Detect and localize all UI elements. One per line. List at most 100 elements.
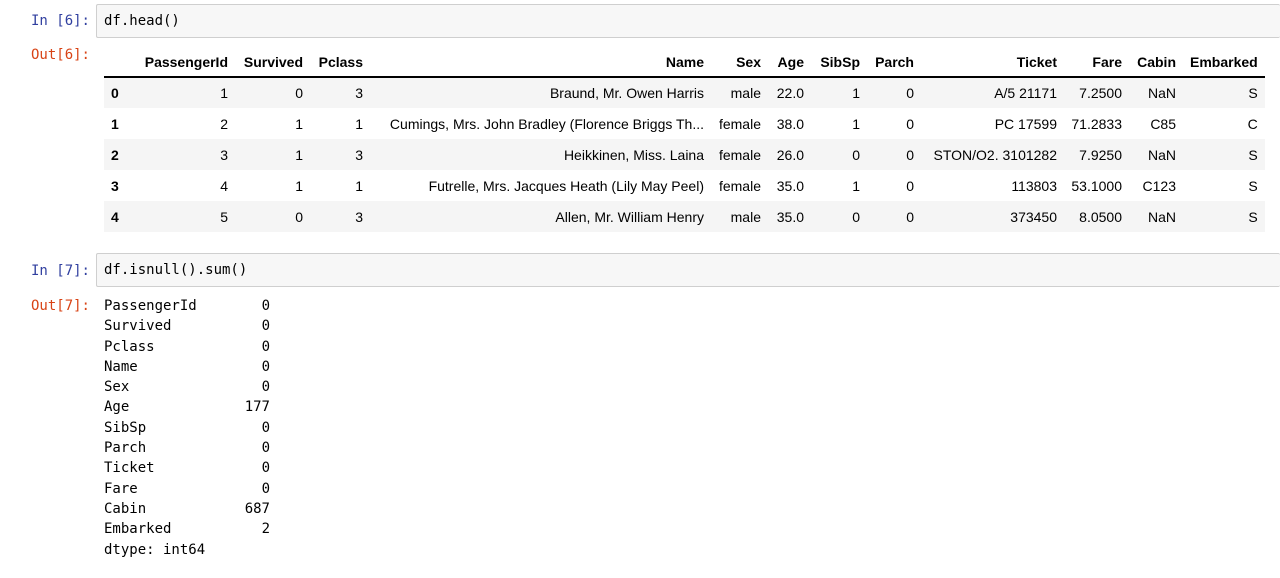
series-key: Parch — [104, 440, 147, 457]
table-cell: male — [730, 208, 761, 225]
column-header: Cabin — [1129, 48, 1183, 78]
table-cell: 2 — [220, 115, 228, 132]
table-cell: 0 — [906, 85, 914, 101]
list-item: Parch 0 — [104, 438, 270, 458]
table-cell: 1 — [852, 115, 860, 132]
series-value: 0 — [261, 338, 270, 355]
series-value: 0 — [261, 379, 270, 396]
output-prompt-6: Out[6]: — [30, 47, 90, 63]
series-value: 687 — [244, 500, 270, 517]
row-index: 0 — [111, 85, 119, 101]
table-cell: 0 — [852, 208, 860, 225]
table-cell: C123 — [1142, 177, 1176, 194]
list-item: Embarked 2 — [104, 519, 270, 539]
column-header-index — [104, 48, 130, 78]
table-cell: Futrelle, Mrs. Jacques Heath (Lily May P… — [428, 177, 704, 194]
series-key: Embarked — [104, 521, 172, 538]
column-header: Sex — [711, 48, 768, 78]
column-header: PassengerId — [130, 48, 235, 78]
table-cell: female — [718, 146, 761, 163]
series-key: Cabin — [104, 500, 147, 517]
table-cell: 1 — [355, 177, 363, 194]
code-text: df.isnull().sum() — [104, 262, 248, 278]
series-output: PassengerId 0 Survived 0 Pclass 0 Name 0 Sex… — [104, 296, 270, 560]
table-cell: 22.0 — [776, 85, 804, 101]
column-header: Survived — [235, 48, 310, 78]
table-cell: 0 — [295, 208, 303, 225]
column-header: Embarked — [1183, 48, 1265, 78]
table-cell: 3 — [355, 85, 363, 101]
table-cell: PC 17599 — [994, 115, 1057, 132]
column-header: SibSp — [811, 48, 867, 78]
list-item: Survived 0 — [104, 316, 270, 336]
table-header-row: PassengerId Survived Pclass Name Sex Age… — [104, 48, 1265, 78]
table-cell: A/5 21171 — [994, 85, 1057, 101]
series-key: Survived — [104, 318, 172, 335]
table-cell: 1 — [295, 146, 303, 163]
row-index: 3 — [111, 177, 119, 194]
table-cell: 0 — [906, 146, 914, 163]
table-cell: male — [730, 85, 761, 101]
code-cell-6[interactable]: df.head() — [96, 4, 1280, 38]
table-cell: S — [1248, 146, 1258, 163]
dataframe-table: PassengerId Survived Pclass Name Sex Age… — [104, 48, 1265, 232]
column-header: Pclass — [310, 48, 370, 78]
table-cell: 3 — [220, 146, 228, 163]
series-key: Pclass — [104, 338, 155, 355]
row-index: 1 — [111, 115, 119, 132]
column-header: Ticket — [921, 48, 1064, 78]
list-item: Fare 0 — [104, 479, 270, 499]
table-cell: 1 — [295, 177, 303, 194]
series-key: PassengerId — [104, 298, 197, 314]
table-row: 3 4 1 1 Futrelle, Mrs. Jacques Heath (Li… — [104, 170, 1265, 201]
table-cell: 0 — [906, 115, 914, 132]
column-header: Name — [370, 48, 711, 78]
table-cell: S — [1248, 85, 1258, 101]
series-key: SibSp — [104, 419, 147, 436]
series-key: Sex — [104, 379, 130, 396]
table-row: 0 1 0 3 Braund, Mr. Owen Harris male 22.… — [104, 77, 1265, 108]
series-key: Fare — [104, 480, 138, 497]
table-cell: 1 — [295, 115, 303, 132]
table-cell: C85 — [1150, 115, 1176, 132]
table-cell: 35.0 — [776, 208, 804, 225]
series-value: 0 — [261, 318, 270, 335]
list-item: Ticket 0 — [104, 458, 270, 478]
series-value: 0 — [261, 460, 270, 477]
row-index: 4 — [111, 208, 119, 225]
list-item: SibSp 0 — [104, 418, 270, 438]
table-cell: female — [718, 177, 761, 194]
series-key: Ticket — [104, 460, 155, 477]
table-row: 4 5 0 3 Allen, Mr. William Henry male 35… — [104, 201, 1265, 232]
series-value: 0 — [261, 298, 270, 314]
column-header: Age — [768, 48, 811, 78]
table-cell: 7.9250 — [1079, 146, 1122, 163]
code-cell-7[interactable]: df.isnull().sum() — [96, 253, 1280, 287]
table-row: 2 3 1 3 Heikkinen, Miss. Laina female 26… — [104, 139, 1265, 170]
list-item: Cabin 687 — [104, 499, 270, 519]
column-header: Fare — [1064, 48, 1129, 78]
table-cell: 35.0 — [776, 177, 804, 194]
code-text: df.head() — [104, 13, 180, 29]
table-cell: 8.0500 — [1079, 208, 1122, 225]
table-cell: female — [718, 115, 761, 132]
table-cell: 113803 — [1011, 177, 1057, 194]
series-value: 177 — [244, 399, 270, 416]
series-value: 0 — [261, 440, 270, 457]
table-cell: Cumings, Mrs. John Bradley (Florence Bri… — [389, 115, 704, 132]
table-cell: Braund, Mr. Owen Harris — [549, 85, 704, 101]
table-cell: NaN — [1147, 146, 1176, 163]
table-cell: 38.0 — [776, 115, 804, 132]
table-cell: S — [1248, 177, 1258, 194]
table-cell: 5 — [220, 208, 228, 225]
table-cell: 0 — [906, 177, 914, 194]
table-cell: NaN — [1147, 85, 1176, 101]
table-cell: 53.1000 — [1071, 177, 1122, 194]
table-cell: 1 — [852, 177, 860, 194]
table-cell: C — [1247, 115, 1258, 132]
table-cell: Allen, Mr. William Henry — [555, 208, 704, 225]
table-cell: 26.0 — [776, 146, 804, 163]
series-value: 2 — [261, 521, 270, 538]
table-cell: 7.2500 — [1079, 85, 1122, 101]
table-cell: 1 — [220, 85, 228, 101]
